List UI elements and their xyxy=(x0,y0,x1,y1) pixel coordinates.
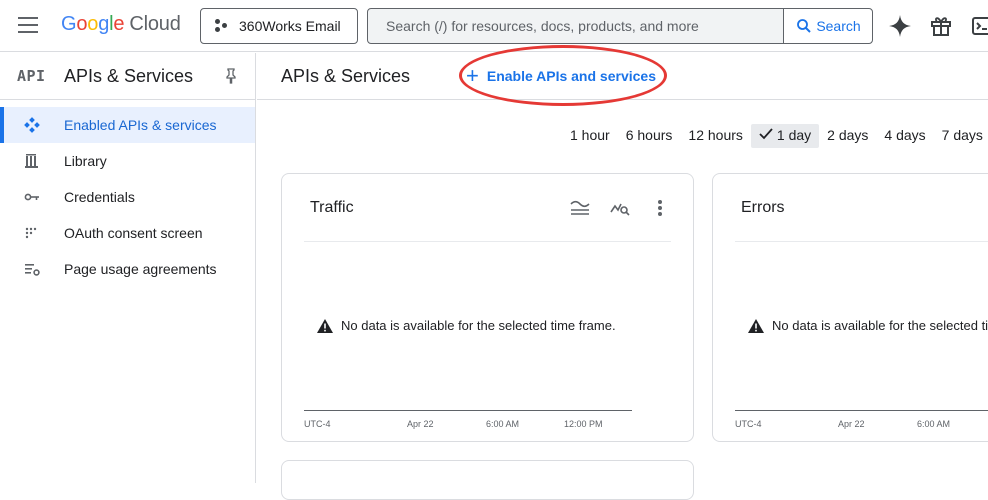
key-icon xyxy=(24,193,39,201)
x-axis xyxy=(304,410,632,411)
card-toolbar xyxy=(568,196,688,220)
more-vert-icon xyxy=(658,200,662,216)
traffic-card: Traffic No data is available for the sel… xyxy=(281,173,694,442)
sidebar-item-label: Library xyxy=(64,153,107,169)
sidebar-item-enabled-apis[interactable]: Enabled APIs & services xyxy=(0,107,255,143)
more-options-button[interactable] xyxy=(648,196,672,220)
no-data-message: No data is available for the selected ti… xyxy=(748,318,988,333)
search-button[interactable]: Search xyxy=(783,9,872,43)
sidebar-item-label: Enabled APIs & services xyxy=(64,117,217,133)
warning-icon xyxy=(317,318,333,333)
cloud-shell-icon[interactable] xyxy=(971,14,988,38)
time-option-4-days[interactable]: 4 days xyxy=(876,124,933,148)
oauth-icon xyxy=(25,227,37,239)
axis-tick-label: Apr 22 xyxy=(838,419,865,429)
dashboard-diamond-icon xyxy=(24,117,40,133)
sidebar-item-oauth[interactable]: OAuth consent screen xyxy=(0,215,255,251)
time-range-selector: 1 hour 6 hours 12 hours 1 day 2 days 4 d… xyxy=(562,124,988,148)
sidebar-item-label: Credentials xyxy=(64,189,135,205)
library-icon xyxy=(25,154,38,168)
search-icon xyxy=(797,19,812,33)
x-axis xyxy=(735,410,988,411)
project-picker-button[interactable]: 360Works Email xyxy=(200,8,358,44)
plus-icon: + xyxy=(466,63,479,88)
gemini-sparkle-icon[interactable] xyxy=(888,14,912,38)
no-data-message: No data is available for the selected ti… xyxy=(317,318,616,333)
sidebar-title: APIs & Services xyxy=(64,66,194,86)
sidebar-item-page-usage[interactable]: Page usage agreements xyxy=(0,251,255,287)
menu-icon[interactable] xyxy=(18,17,38,33)
project-label: 360Works Email xyxy=(239,18,341,34)
api-badge-icon: API xyxy=(17,67,46,85)
legend-toggle-button[interactable] xyxy=(568,196,592,220)
axis-tick-label: 12:00 PM xyxy=(564,419,603,429)
time-option-2-days[interactable]: 2 days xyxy=(819,124,876,148)
explore-metrics-button[interactable] xyxy=(608,196,632,220)
check-icon xyxy=(759,128,773,140)
axis-tick-label: 6:00 AM xyxy=(486,419,520,429)
time-option-1-day[interactable]: 1 day xyxy=(750,124,820,148)
settings-list-icon xyxy=(25,264,40,276)
pin-icon[interactable] xyxy=(224,68,238,84)
enable-apis-button[interactable]: + Enable APIs and services xyxy=(466,65,656,87)
main-header: APIs & Services + Enable APIs and servic… xyxy=(257,53,988,100)
card-divider xyxy=(735,241,988,242)
sidebar: API APIs & Services Enabled APIs & servi… xyxy=(0,53,256,483)
card-title: Errors xyxy=(741,199,785,216)
sidebar-item-label: OAuth consent screen xyxy=(64,225,203,241)
google-cloud-logo[interactable]: Google Cloud xyxy=(61,13,181,36)
chart-search-icon xyxy=(610,203,630,216)
time-option-6-hours[interactable]: 6 hours xyxy=(618,124,681,148)
card-title: Traffic xyxy=(310,199,354,216)
time-option-12-hours[interactable]: 12 hours xyxy=(680,124,750,148)
sidebar-header: API APIs & Services xyxy=(0,53,255,100)
gift-icon[interactable] xyxy=(929,14,953,38)
search-bar: Search xyxy=(367,8,873,44)
errors-card: Errors No data is available for the sele… xyxy=(712,173,988,442)
sidebar-item-credentials[interactable]: Credentials xyxy=(0,179,255,215)
sidebar-item-label: Page usage agreements xyxy=(64,261,217,277)
warning-icon xyxy=(748,318,764,333)
search-input[interactable] xyxy=(368,9,783,43)
sidebar-item-library[interactable]: Library xyxy=(0,143,255,179)
axis-tick-label: UTC-4 xyxy=(735,419,762,429)
top-bar: Google Cloud 360Works Email Search xyxy=(0,0,988,52)
next-card xyxy=(281,460,694,500)
project-icon xyxy=(215,19,231,33)
axis-tick-label: UTC-4 xyxy=(304,419,331,429)
axis-tick-label: 6:00 AM xyxy=(917,419,951,429)
card-divider xyxy=(304,241,671,242)
axis-tick-label: Apr 22 xyxy=(407,419,434,429)
time-option-1-hour[interactable]: 1 hour xyxy=(562,124,618,148)
page-title: APIs & Services xyxy=(281,66,411,86)
legend-icon xyxy=(570,200,590,215)
time-option-7-days[interactable]: 7 days xyxy=(934,124,988,148)
